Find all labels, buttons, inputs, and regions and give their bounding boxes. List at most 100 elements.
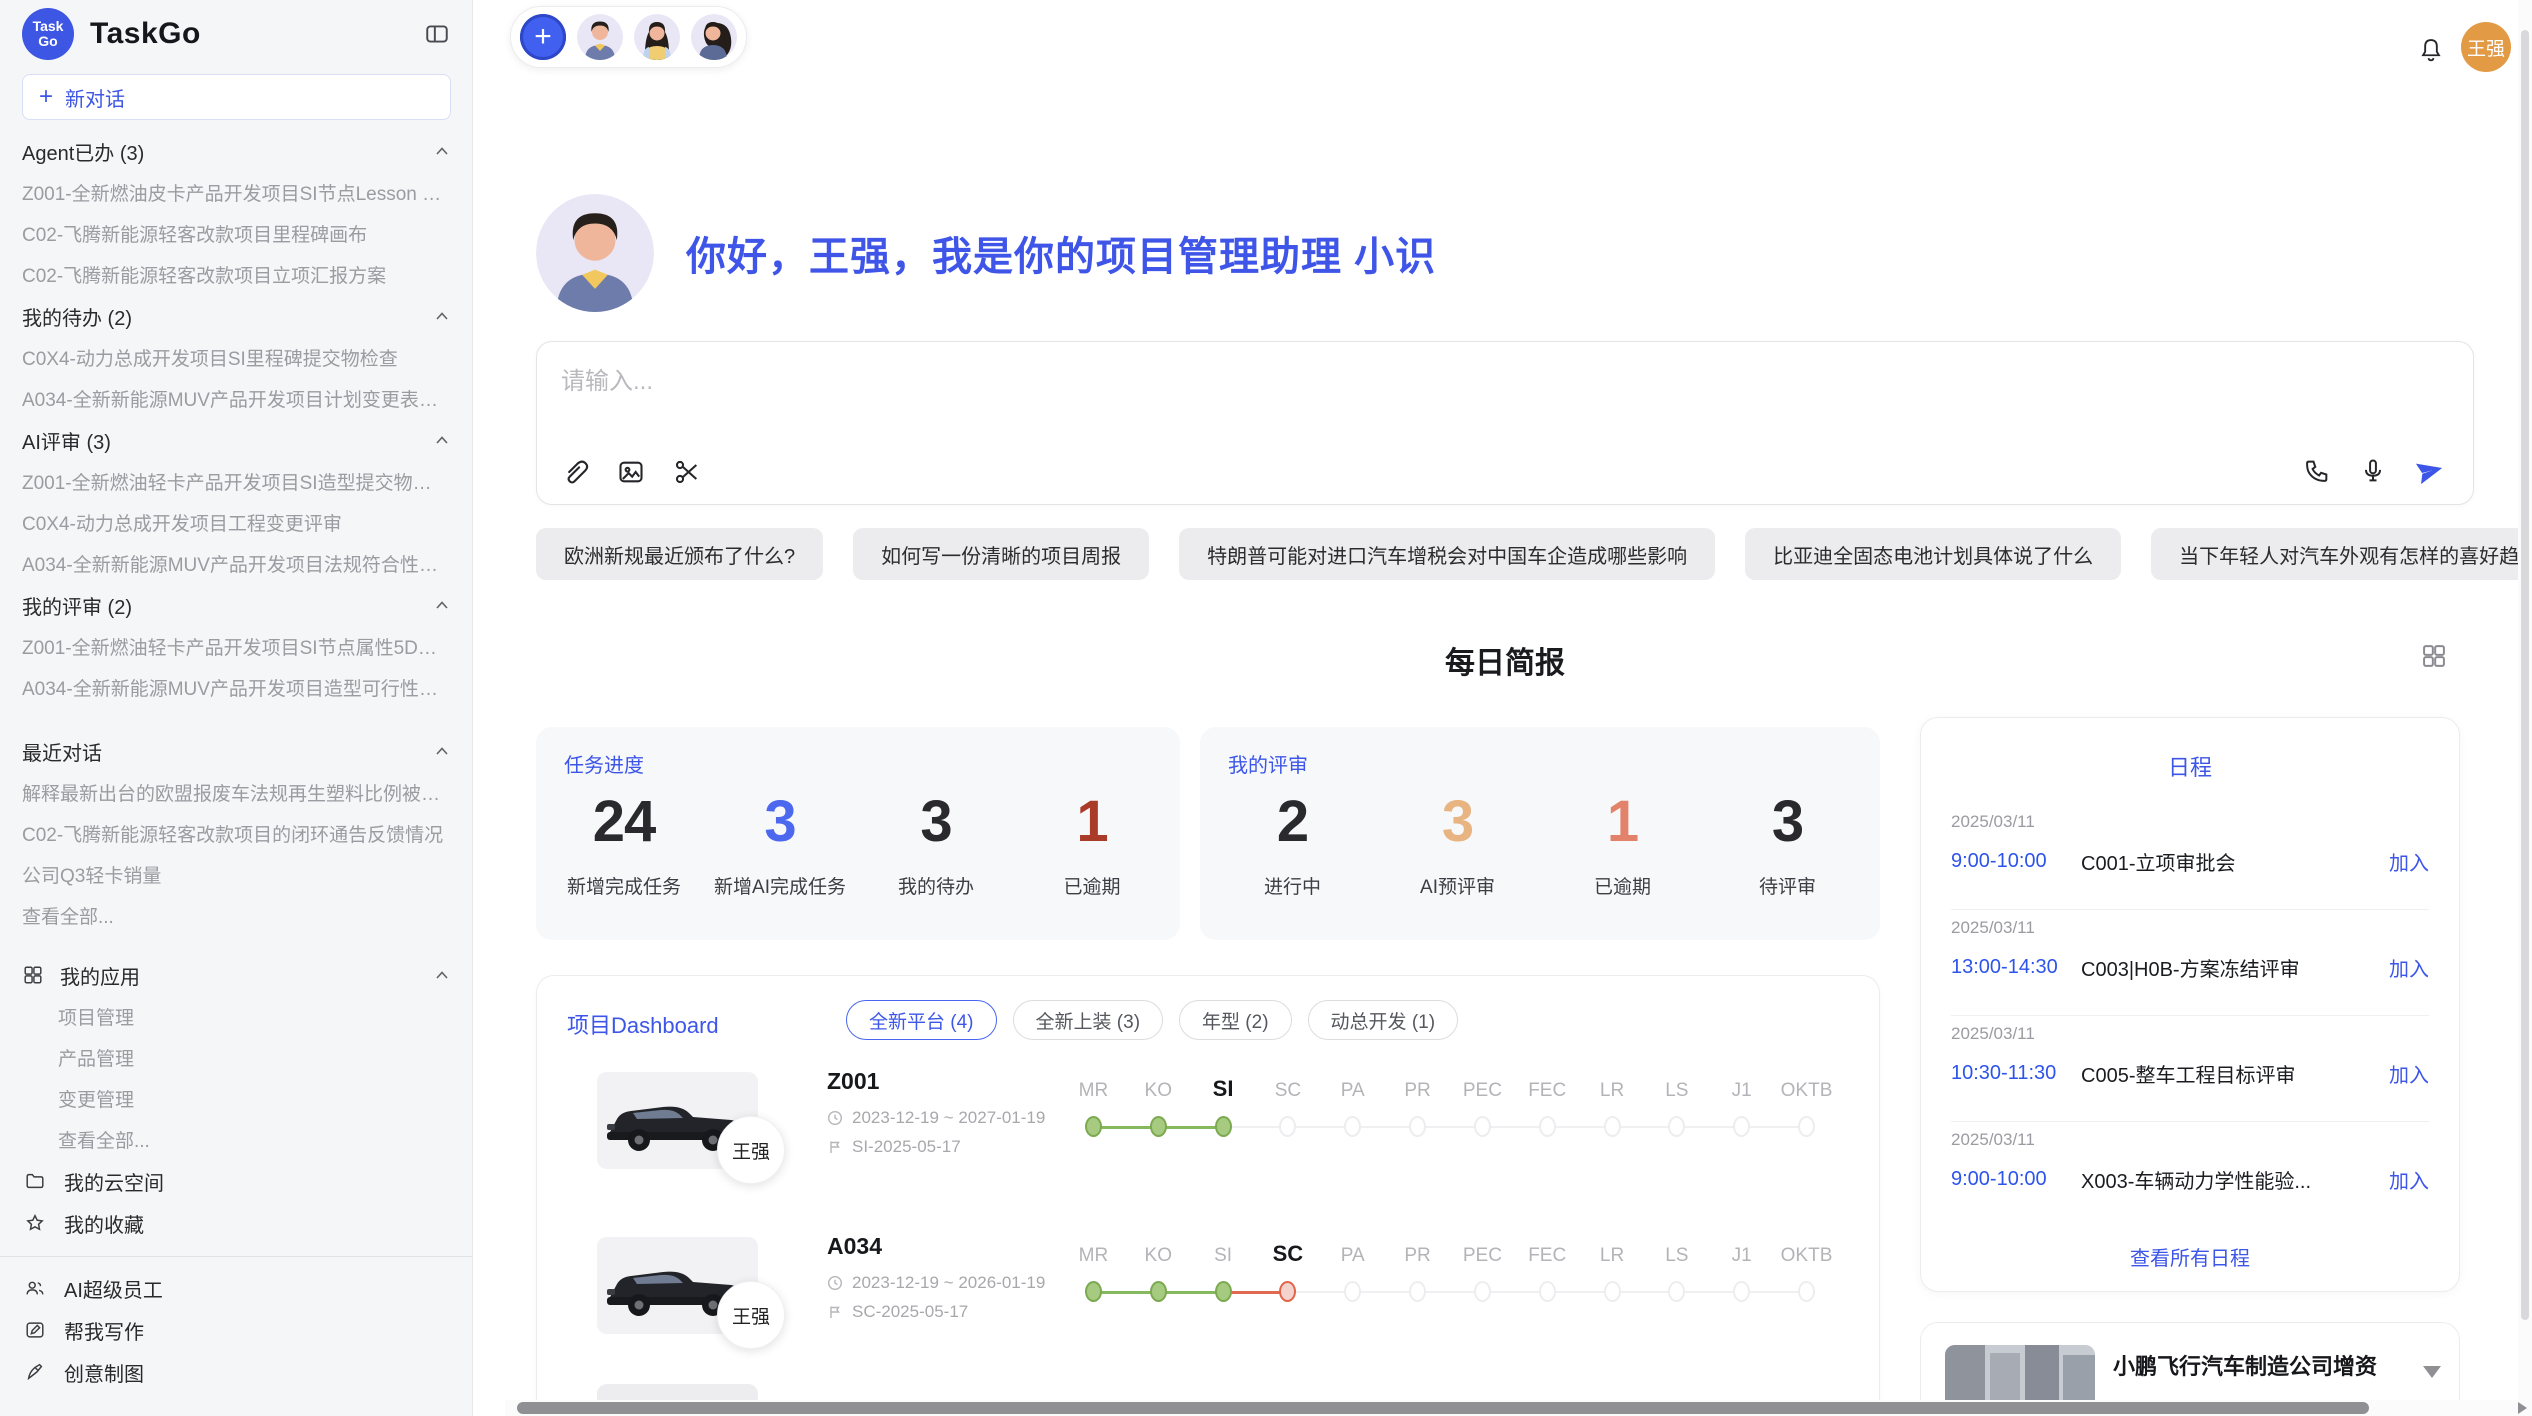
my-apps-header[interactable]: 我的应用 [0,954,472,996]
vertical-scrollbar-thumb[interactable] [2521,30,2529,1320]
sidebar-item[interactable]: A034-全新新能源MUV产品开发项目造型可行性评审 [0,667,472,708]
sidebar-item[interactable]: C0X4-动力总成开发项目SI里程碑提交物检查 [0,337,472,378]
avatar[interactable] [691,14,737,60]
section-header[interactable]: AI评审 (3) [0,419,472,461]
sidebar-tool-write[interactable]: 帮我写作 [0,1309,472,1351]
scroll-right-arrow[interactable] [2518,1402,2527,1414]
filter-chip[interactable]: 年型 (2) [1179,1000,1292,1040]
phone-icon[interactable] [2303,457,2331,485]
milestone-dot [1150,1281,1167,1302]
schedule-card: 日程 2025/03/119:00-10:00C001-立项审批会加入2025/… [1920,717,2460,1292]
section-header[interactable]: 我的评审 (2) [0,584,472,626]
user-avatar[interactable]: 王强 [2461,22,2511,72]
notification-bell-icon[interactable] [2417,36,2445,64]
horizontal-scrollbar-thumb[interactable] [517,1402,2369,1414]
clock-icon [827,1275,843,1291]
milestone-dot [1409,1281,1426,1302]
sidebar-item[interactable]: Z001-全新燃油皮卡产品开发项目SI节点Lesson Learn报告 [0,172,472,213]
sidebar-tool-pen[interactable]: 创意制图 [0,1351,472,1393]
sidebar-item[interactable]: C02-飞腾新能源轻客改款项目立项汇报方案 [0,254,472,295]
dashboard-filters: 全新平台 (4) 全新上装 (3) 年型 (2) 动总开发 (1) [846,1000,1458,1040]
filter-chip[interactable]: 动总开发 (1) [1308,1000,1459,1040]
join-button[interactable]: 加入 [2389,1165,2429,1194]
stat: 3AI预评审 [1375,789,1540,899]
milestone-dot [1798,1116,1815,1137]
avatar[interactable] [634,14,680,60]
sidebar-item[interactable]: C02-飞腾新能源轻客改款项目的闭环通告反馈情况 [0,813,472,854]
milestone-labels: MRKOSISCPAPRPECFECLRLSJ1OKTB [1061,1241,1839,1273]
schedule-item: 2025/03/119:00-10:00C001-立项审批会加入 [1921,804,2459,909]
sidebar-item[interactable]: 公司Q3轻卡销量 [0,854,472,895]
suggestion-chip[interactable]: 比亚迪全固态电池计划具体说了什么 [1745,528,2121,580]
add-conversation-button[interactable]: + [520,14,566,60]
milestone-dot-col [1580,1281,1645,1307]
milestone-dot [1344,1116,1361,1137]
scroll-down-arrow[interactable] [2423,1366,2441,1378]
sidebar-item[interactable]: A034-全新新能源MUV产品开发项目法规符合性评审 [0,543,472,584]
join-button[interactable]: 加入 [2389,953,2429,982]
sidebar-item-label: A034-全新新能源MUV产品开发项目造型可行性评审 [22,674,450,701]
stat-row: 24新增完成任务3新增AI完成任务3我的待办1已逾期 [546,789,1170,899]
sidebar-item[interactable]: 变更管理 [0,1078,472,1119]
sidebar-collapse-icon[interactable] [424,21,450,47]
project-flag-label: SI-2025-05-17 [852,1137,961,1157]
milestone-col: SI [1191,1245,1256,1267]
chevron-up-icon [434,745,450,757]
sidebar-item[interactable]: Z001-全新燃油轻卡产品开发项目SI节点属性5D文件评审 [0,626,472,667]
logo-line1: Task [33,19,64,34]
milestone-col: PR [1385,1245,1450,1267]
sidebar-item[interactable]: C02-飞腾新能源轻客改款项目里程碑画布 [0,213,472,254]
milestone-dot [1474,1281,1491,1302]
avatar[interactable] [577,14,623,60]
sidebar-item[interactable]: C0X4-动力总成开发项目工程变更评审 [0,502,472,543]
sidebar-tool-people[interactable]: AI超级员工 [0,1267,472,1309]
sidebar-item-folder[interactable]: 我的云空间 [0,1160,472,1202]
sidebar-item[interactable]: 查看全部... [0,1119,472,1160]
milestone-dot-col [1126,1281,1191,1307]
microphone-icon[interactable] [2359,457,2387,485]
project-row[interactable]: 王强Z0012023-12-19 ~ 2027-01-19SI-2025-05-… [537,1054,1879,1219]
join-button[interactable]: 加入 [2389,847,2429,876]
project-flag-label: SC-2025-05-17 [852,1302,968,1322]
milestone-label: KO [1145,1080,1172,1101]
suggestion-chip[interactable]: 当下年轻人对汽车外观有怎样的喜好趋势 [2151,528,2532,580]
sidebar-item[interactable]: 解释最新出台的欧盟报废车法规再生塑料比例被调至15%... [0,772,472,813]
sidebar-item[interactable]: 查看全部... [0,895,472,936]
sidebar-item-label: Z001-全新燃油皮卡产品开发项目SI节点Lesson Learn报告 [22,179,450,206]
stat-label: 新增完成任务 [546,872,702,899]
send-icon[interactable] [2415,456,2445,486]
view-all-schedule-link[interactable]: 查看所有日程 [1921,1242,2459,1271]
suggestion-chip[interactable]: 欧洲新规最近颁布了什么? [536,528,823,580]
suggestion-chip[interactable]: 如何写一份清晰的项目周报 [853,528,1149,580]
message-input[interactable] [561,360,2261,404]
sidebar-item[interactable]: 项目管理 [0,996,472,1037]
milestone-col: LS [1644,1080,1709,1102]
milestone-col: KO [1126,1245,1191,1267]
recent-section-header[interactable]: 最近对话 [0,730,472,772]
image-icon[interactable] [617,458,645,486]
milestone-dot-col [1061,1281,1126,1307]
section-header[interactable]: Agent已办 (3) [0,130,472,172]
filter-chip[interactable]: 全新平台 (4) [846,1000,997,1040]
suggestion-chip[interactable]: 特朗普可能对进口汽车增税会对中国车企造成哪些影响 [1179,528,1715,580]
sidebar-item[interactable]: 产品管理 [0,1037,472,1078]
paperclip-icon[interactable] [561,458,589,486]
conversation-pill: + [510,6,747,68]
sidebar-item-star[interactable]: 我的收藏 [0,1202,472,1244]
sidebar-item[interactable]: A034-全新新能源MUV产品开发项目计划变更表编写 [0,378,472,419]
project-dates-label: 2023-12-19 ~ 2026-01-19 [852,1273,1045,1293]
join-button[interactable]: 加入 [2389,1059,2429,1088]
milestone-dot-col [1515,1116,1580,1142]
new-chat-button[interactable]: + 新对话 [22,74,451,120]
section-header[interactable]: 我的待办 (2) [0,295,472,337]
layout-grid-icon[interactable] [2420,642,2448,670]
sidebar-tool-label: 帮我写作 [64,1316,144,1345]
scissors-icon[interactable] [673,458,701,486]
project-row[interactable]: 王强A0342023-12-19 ~ 2026-01-19SC-2025-05-… [537,1219,1879,1384]
stat-value: 3 [702,789,858,856]
filter-chip[interactable]: 全新上装 (3) [1013,1000,1164,1040]
sidebar-item[interactable]: Z001-全新燃油轻卡产品开发项目SI造型提交物评审 [0,461,472,502]
milestone-label: J1 [1732,1245,1752,1266]
milestone-col: LR [1580,1080,1645,1102]
flag-icon [827,1139,843,1155]
